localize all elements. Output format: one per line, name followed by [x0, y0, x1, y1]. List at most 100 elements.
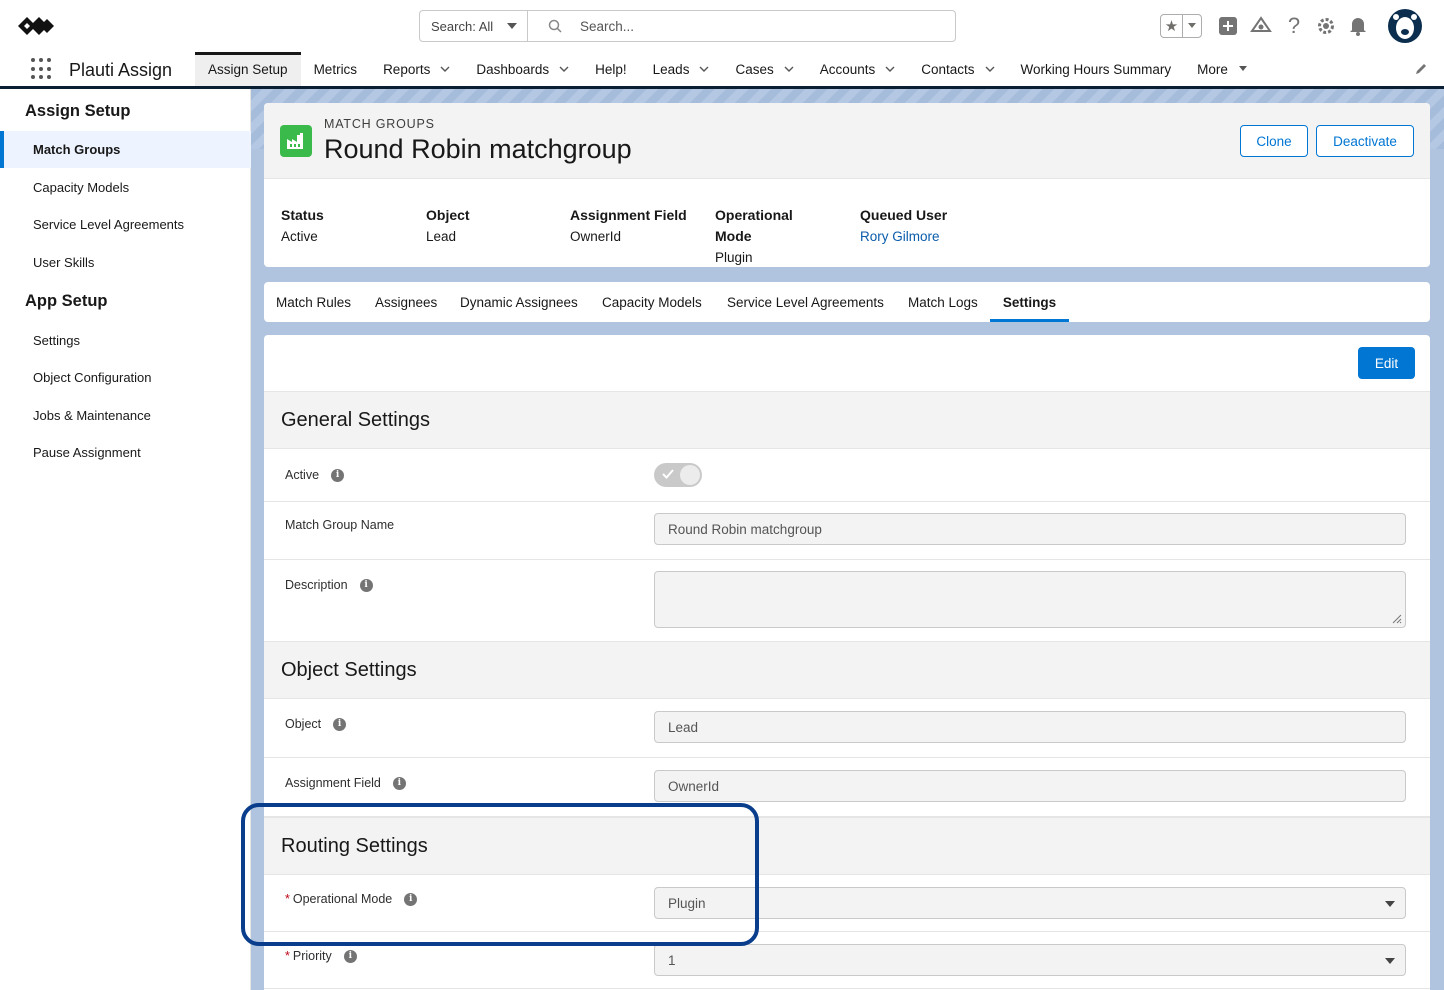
tab-capacity-models[interactable]: Capacity Models [602, 282, 702, 322]
global-header: Search: All Search... ★ ? [0, 0, 1444, 52]
sidebar-section-title: Assign Setup [25, 102, 131, 120]
nav-item-label: Cases [735, 61, 774, 77]
sidebar-item-object-configuration[interactable]: Object Configuration [0, 359, 251, 396]
tab-assignees[interactable]: Assignees [375, 282, 437, 322]
favorites-button[interactable]: ★ [1160, 14, 1202, 38]
field-value: Plugin [715, 250, 753, 265]
tab-settings[interactable]: Settings [990, 282, 1069, 322]
sidebar-item-settings[interactable]: Settings [0, 322, 251, 359]
search-input[interactable]: Search... [528, 11, 955, 41]
highlight-field-object: Object Lead [426, 205, 470, 244]
nav-item-label: Contacts [921, 61, 975, 77]
tab-dynamic-assignees[interactable]: Dynamic Assignees [460, 282, 578, 322]
sidebar-item-match-groups[interactable]: Match Groups [0, 131, 251, 168]
plauti-logo-icon[interactable] [16, 12, 58, 40]
sidebar-item-capacity-models[interactable]: Capacity Models [0, 169, 251, 206]
nav-item-label: Assign Setup [208, 61, 288, 77]
nav-item-leads[interactable]: Leads [640, 52, 723, 86]
main-content: MATCH GROUPS Round Robin matchgroup Clon… [251, 89, 1444, 990]
nav-item-label: More [1197, 61, 1228, 77]
field-row-active: Active i [264, 449, 1430, 502]
field-label: Assignment Field [570, 207, 687, 223]
checkmark-icon [662, 469, 674, 479]
chevron-down-icon[interactable] [985, 64, 995, 74]
chevron-down-icon [507, 23, 517, 29]
description-label-wrap: Description i [285, 578, 373, 592]
resize-handle-icon[interactable] [1390, 612, 1402, 624]
chevron-down-icon[interactable] [699, 64, 709, 74]
required-marker: * [285, 892, 290, 906]
chevron-down-icon[interactable] [885, 64, 895, 74]
nav-item-assign-setup[interactable]: Assign Setup [195, 52, 301, 86]
search-scope-dropdown[interactable]: Search: All [420, 11, 528, 41]
sidebar-item-user-skills[interactable]: User Skills [0, 244, 251, 281]
info-icon[interactable]: i [333, 717, 347, 731]
chevron-down-icon [1385, 901, 1395, 907]
sidebar-item-jobs-maintenance[interactable]: Jobs & Maintenance [0, 397, 251, 434]
favorites-dropdown[interactable] [1183, 15, 1201, 37]
match-group-name-field[interactable]: Round Robin matchgroup [654, 513, 1406, 545]
section-routing-settings: Routing Settings [264, 817, 1430, 875]
info-icon[interactable]: i [404, 892, 418, 906]
nav-item-accounts[interactable]: Accounts [807, 52, 909, 86]
nav-item-metrics[interactable]: Metrics [301, 52, 371, 86]
info-icon[interactable]: i [359, 578, 373, 592]
setup-sidebar: Assign Setup Match Groups Capacity Model… [0, 89, 251, 990]
nav-item-dashboards[interactable]: Dashboards [463, 52, 582, 86]
field-row-priority: * Priority i 1 [264, 932, 1430, 989]
chevron-down-icon[interactable] [440, 64, 450, 74]
global-actions-icon[interactable] [1216, 14, 1240, 38]
notifications-bell-icon[interactable] [1346, 14, 1370, 38]
field-row-assignment-field: Assignment Field i OwnerId [264, 758, 1430, 817]
assignment-field-field[interactable]: OwnerId [654, 770, 1406, 802]
nav-item-help[interactable]: Help! [582, 52, 640, 86]
settings-panel: Edit General Settings Active i Match Gro… [264, 335, 1430, 990]
chevron-down-icon[interactable] [1238, 64, 1248, 74]
nav-item-more[interactable]: More [1184, 52, 1261, 86]
object-field[interactable]: Lead [654, 711, 1406, 743]
field-label: Priority [292, 949, 332, 963]
user-avatar[interactable] [1388, 9, 1422, 43]
gear-icon[interactable] [1314, 14, 1338, 38]
chevron-down-icon[interactable] [784, 64, 794, 74]
priority-select[interactable]: 1 [654, 944, 1406, 976]
nav-item-cases[interactable]: Cases [722, 52, 806, 86]
nav-item-label: Working Hours Summary [1020, 61, 1172, 77]
toggle-knob [680, 465, 700, 485]
edit-button[interactable]: Edit [1358, 347, 1415, 379]
search-icon [548, 19, 562, 33]
info-icon[interactable]: i [343, 949, 357, 963]
app-launcher-icon[interactable] [31, 58, 53, 80]
operational-mode-select[interactable]: Plugin [654, 887, 1406, 919]
tab-service-level-agreements[interactable]: Service Level Agreements [727, 282, 884, 322]
queued-user-link[interactable]: Rory Gilmore [860, 229, 947, 244]
field-label: Assignment Field [285, 776, 381, 790]
edit-nav-pencil-icon[interactable] [1414, 62, 1428, 81]
active-toggle[interactable] [654, 463, 702, 487]
field-row-object: Object i Lead [264, 699, 1430, 758]
info-icon[interactable]: i [331, 468, 345, 482]
clone-button[interactable]: Clone [1240, 125, 1308, 157]
tab-match-rules[interactable]: Match Rules [276, 282, 351, 322]
nav-item-reports[interactable]: Reports [370, 52, 463, 86]
field-label: Object [285, 717, 322, 731]
description-textarea[interactable] [654, 571, 1406, 628]
sidebar-item-service-level-agreements[interactable]: Service Level Agreements [0, 206, 251, 243]
chevron-down-icon[interactable] [559, 64, 569, 74]
nav-item-contacts[interactable]: Contacts [908, 52, 1007, 86]
header-utility-icons: ★ ? [1154, 9, 1444, 43]
info-icon[interactable]: i [392, 776, 406, 790]
deactivate-button[interactable]: Deactivate [1316, 125, 1414, 157]
priority-label-wrap: * Priority i [285, 949, 357, 963]
section-object-settings: Object Settings [264, 641, 1430, 699]
trailhead-icon[interactable] [1249, 14, 1273, 38]
field-label: Operational [715, 207, 793, 223]
field-label: Description [285, 578, 348, 592]
record-tabs: Match Rules Assignees Dynamic Assignees … [264, 282, 1430, 322]
sidebar-item-pause-assignment[interactable]: Pause Assignment [0, 434, 251, 471]
nav-item-working-hours-summary[interactable]: Working Hours Summary [1008, 52, 1185, 86]
help-icon[interactable]: ? [1282, 13, 1306, 38]
tab-match-logs[interactable]: Match Logs [908, 282, 978, 322]
global-search[interactable]: Search: All Search... [419, 10, 956, 42]
star-icon[interactable]: ★ [1161, 15, 1183, 37]
